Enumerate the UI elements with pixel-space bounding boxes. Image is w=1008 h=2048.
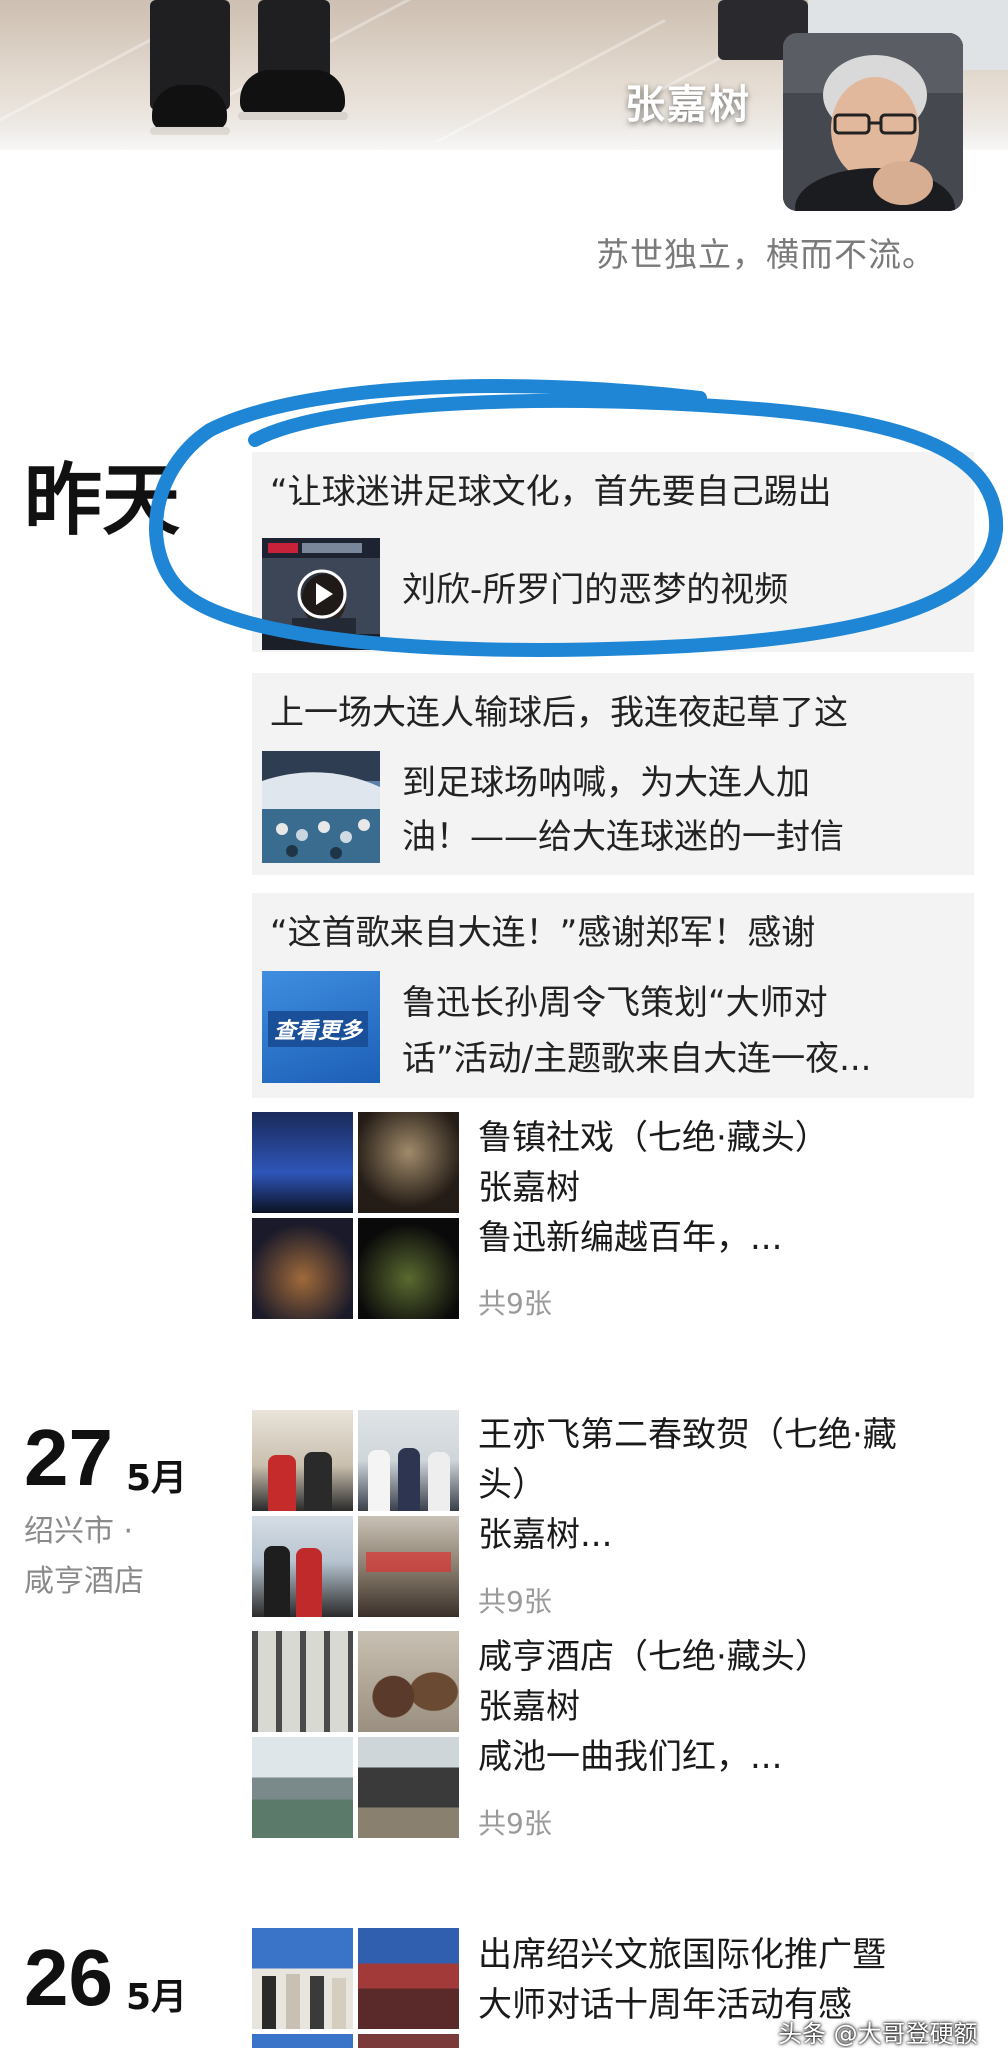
photo-thumbnail[interactable] (358, 1631, 459, 1732)
photo-thumbnail[interactable] (252, 1516, 353, 1617)
share-card-thumbnail (262, 538, 380, 650)
photo-count: 共9张 (478, 1585, 552, 1618)
photo-thumbnail[interactable] (358, 1516, 459, 1617)
share-card-dalian-letter[interactable]: 上一场大连人输球后，我连夜起草了这 到足球场呐喊，为大连人加 油！——给大连球迷… (252, 673, 974, 875)
location-line[interactable]: 绍兴市 · (24, 1508, 133, 1556)
photo-grid[interactable] (252, 1631, 459, 1838)
post-text-line: 咸亨酒店（七绝·藏头） (478, 1637, 829, 1677)
post-text-line: 张嘉树 (478, 1687, 580, 1727)
view-more-label: 查看更多 (268, 1011, 369, 1047)
date-label-yesterday: 昨天 (24, 456, 181, 546)
photo-count: 共9张 (478, 1287, 552, 1320)
post-text-line: 张嘉树 (478, 1168, 580, 1208)
photo-grid[interactable] (252, 1928, 459, 2048)
photo-thumbnail[interactable] (252, 1218, 353, 1319)
photo-thumbnail[interactable] (252, 1631, 353, 1732)
date-day-26: 26 (24, 1933, 113, 2022)
post-text-line: 出席绍兴文旅国际化推广暨 (478, 1935, 886, 1975)
share-card-title: “这首歌来自大连！”感谢郑军！感谢 (270, 913, 816, 953)
share-card-football-culture[interactable]: “让球迷讲足球文化，首先要自己踢出 刘欣-所罗门的恶梦的视频 (252, 452, 974, 652)
photo-grid[interactable] (252, 1112, 459, 1319)
photo-thumbnail[interactable] (358, 1218, 459, 1319)
share-card-desc-line: 油！——给大连球迷的一封信 (402, 817, 844, 857)
photo-thumbnail[interactable] (252, 1112, 353, 1213)
post-text-line: 鲁迅新编越百年，... (478, 1218, 783, 1258)
location-line[interactable]: 咸亨酒店 (24, 1558, 144, 1606)
share-card-thumbnail: 查看更多 (262, 971, 380, 1083)
photo-thumbnail[interactable] (252, 1737, 353, 1838)
photo-thumbnail[interactable] (358, 1410, 459, 1511)
photo-thumbnail[interactable] (358, 1928, 459, 2029)
profile-nickname: 张嘉树 (625, 82, 751, 128)
date-day-27: 27 (24, 1413, 113, 1502)
post-text-line: 头） (478, 1465, 546, 1505)
post-text-line: 鲁镇社戏（七绝·藏头） (478, 1118, 829, 1158)
stadium-photo-icon (262, 751, 380, 863)
photo-thumbnail[interactable] (252, 1410, 353, 1511)
photo-thumbnail[interactable] (252, 1928, 353, 2029)
photo-thumbnail[interactable] (358, 1112, 459, 1213)
share-card-desc-line: 刘欣-所罗门的恶梦的视频 (402, 570, 789, 610)
post-text-line: 张嘉树... (478, 1515, 613, 1555)
post-text-line: 王亦飞第二春致贺（七绝·藏 (478, 1415, 897, 1455)
photo-thumbnail[interactable] (252, 2034, 353, 2048)
share-card-thumbnail (262, 751, 380, 863)
profile-signature: 苏世独立，横而不流。 (596, 235, 936, 274)
avatar[interactable] (783, 33, 963, 211)
share-card-desc-line: 鲁迅长孙周令飞策划“大师对 (402, 983, 828, 1023)
post-text-line: 咸池一曲我们红，... (478, 1737, 783, 1777)
watermark: 头条 @大哥登硬额 (778, 2020, 978, 2048)
date-month: 5月 (126, 1458, 188, 1499)
share-card-dalian-song[interactable]: “这首歌来自大连！”感谢郑军！感谢 查看更多 鲁迅长孙周令飞策划“大师对 话”活… (252, 893, 974, 1098)
share-card-desc-line: 到足球场呐喊，为大连人加 (402, 763, 810, 803)
avatar-portrait-icon (783, 33, 963, 211)
photo-grid[interactable] (252, 1410, 459, 1617)
share-card-desc-line: 话”活动/主题歌来自大连一夜... (402, 1039, 872, 1079)
photo-count: 共9张 (478, 1807, 552, 1840)
video-play-icon[interactable] (296, 568, 348, 620)
date-month: 5月 (126, 1977, 188, 2018)
photo-thumbnail[interactable] (358, 2034, 459, 2048)
share-card-title: 上一场大连人输球后，我连夜起草了这 (270, 693, 848, 733)
share-card-title: “让球迷讲足球文化，首先要自己踢出 (270, 472, 832, 512)
photo-thumbnail[interactable] (358, 1737, 459, 1838)
